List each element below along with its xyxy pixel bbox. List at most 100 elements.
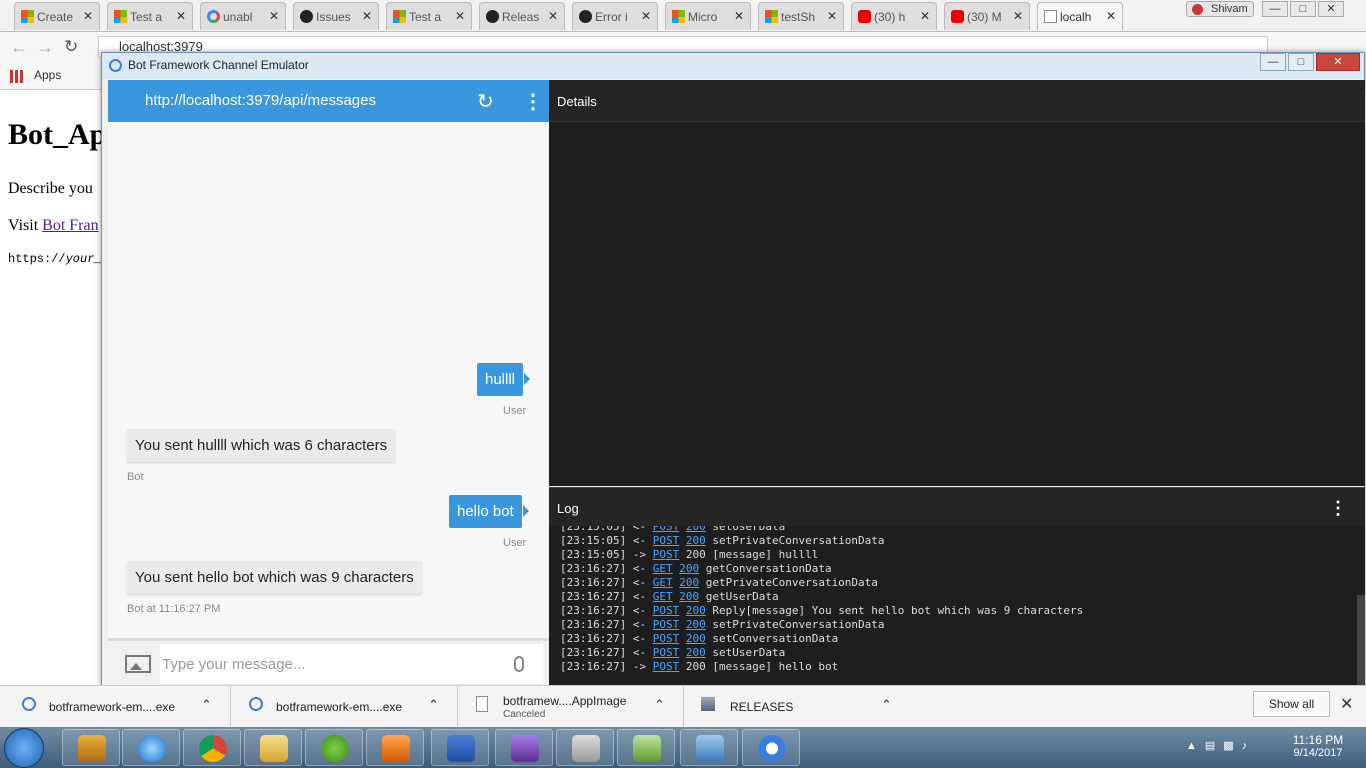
log-title: Log: [557, 501, 579, 516]
microphone-button[interactable]: [494, 644, 543, 684]
tab-close-icon[interactable]: ✕: [641, 9, 651, 23]
log-text: [message] hello bot: [712, 660, 839, 673]
log-status-link[interactable]: 200: [686, 534, 706, 547]
tab-close-icon[interactable]: ✕: [455, 9, 465, 23]
emulator-minimize-button[interactable]: —: [1260, 53, 1286, 71]
tab-close-icon[interactable]: ✕: [548, 9, 558, 23]
system-tray[interactable]: ▲▤▩♪: [1186, 739, 1255, 752]
log-method-link[interactable]: POST: [653, 604, 680, 617]
download-item[interactable]: botframew....AppImage Canceled ⌃: [458, 686, 684, 728]
log-method-link[interactable]: POST: [653, 526, 680, 533]
log-scrollbar[interactable]: [1357, 595, 1365, 687]
log-method-link[interactable]: GET: [653, 576, 673, 589]
taskbar-app-tools[interactable]: [556, 729, 614, 766]
tab-close-icon[interactable]: ✕: [827, 9, 837, 23]
taskbar-app-utorrent[interactable]: [305, 729, 363, 766]
user-message[interactable]: hello bot: [449, 495, 529, 528]
browser-tab[interactable]: Test a ✕: [386, 2, 472, 30]
tab-close-icon[interactable]: ✕: [83, 9, 93, 23]
log-status-link[interactable]: 200: [679, 562, 699, 575]
tab-close-icon[interactable]: ✕: [920, 9, 930, 23]
log-status-link[interactable]: 200: [679, 590, 699, 603]
taskbar-app-emulator[interactable]: [742, 729, 800, 766]
taskbar-app-media[interactable]: [366, 729, 424, 766]
log-method-link[interactable]: POST: [653, 618, 680, 631]
download-item[interactable]: botframework-em....exe ⌃: [0, 686, 231, 728]
tab-close-icon[interactable]: ✕: [734, 9, 744, 23]
emulator-maximize-button[interactable]: □: [1288, 53, 1314, 71]
log-status-link[interactable]: 200: [686, 646, 706, 659]
log-menu-icon[interactable]: ⋮: [1329, 498, 1347, 519]
taskbar-app-control-panel[interactable]: [680, 729, 738, 766]
emulator-close-button[interactable]: ✕: [1316, 53, 1360, 71]
browser-tab[interactable]: Micro ✕: [665, 2, 751, 30]
browser-tab[interactable]: (30) h ✕: [851, 2, 937, 30]
youtube-icon: [858, 10, 871, 23]
taskbar-app-editor[interactable]: [62, 729, 120, 766]
browser-tab[interactable]: Create ✕: [14, 2, 100, 30]
log-method-link[interactable]: POST: [653, 534, 680, 547]
log-status-link[interactable]: 200: [686, 618, 706, 631]
tab-close-icon[interactable]: ✕: [176, 9, 186, 23]
page-title: Bot_Ap: [8, 118, 107, 151]
browser-maximize-button[interactable]: □: [1290, 1, 1316, 17]
emulator-icon: [758, 735, 786, 762]
taskbar-app-chrome[interactable]: [183, 729, 241, 766]
image-upload-icon[interactable]: [125, 655, 151, 673]
refresh-icon[interactable]: ↻: [477, 89, 494, 114]
browser-tab[interactable]: testSh ✕: [758, 2, 844, 30]
reload-icon[interactable]: ↻: [64, 37, 78, 57]
download-item[interactable]: botframework-em....exe ⌃: [231, 686, 458, 728]
forward-icon[interactable]: →: [36, 37, 54, 58]
taskbar-app-ie[interactable]: [122, 729, 180, 766]
log-line: [23:15:05] <- POST 200 setUserData: [560, 526, 1083, 534]
log-method-link[interactable]: POST: [653, 632, 680, 645]
close-icon[interactable]: ✕: [1340, 694, 1353, 714]
taskbar-app-visualstudio[interactable]: [495, 729, 553, 766]
taskbar-app-word[interactable]: [431, 729, 489, 766]
log-status-link[interactable]: 200: [686, 604, 706, 617]
chevron-up-icon[interactable]: ⌃: [654, 697, 665, 713]
chevron-up-icon[interactable]: ⌃: [428, 697, 439, 713]
taskbar-app-notepad[interactable]: [617, 729, 675, 766]
taskbar-clock[interactable]: 11:16 PM 9/14/2017: [1283, 733, 1353, 759]
log-status-link[interactable]: 200: [686, 632, 706, 645]
browser-tab[interactable]: (30) M ✕: [944, 2, 1030, 30]
apps-shortcut[interactable]: Apps: [10, 68, 61, 83]
tab-close-icon[interactable]: ✕: [362, 9, 372, 23]
log-status-link[interactable]: 200: [679, 576, 699, 589]
browser-tab[interactable]: Error i ✕: [572, 2, 658, 30]
browser-minimize-button[interactable]: —: [1262, 1, 1288, 17]
start-button[interactable]: [4, 728, 44, 768]
log-method-link[interactable]: POST: [653, 646, 680, 659]
log-status-link[interactable]: 200: [686, 526, 706, 533]
user-message[interactable]: hullll: [477, 363, 531, 396]
bot-message[interactable]: You sent hullll which was 6 characters: [127, 429, 396, 462]
bot-message[interactable]: You sent hello bot which was 9 character…: [127, 561, 422, 594]
tab-close-icon[interactable]: ✕: [269, 9, 279, 23]
browser-close-button[interactable]: ✕: [1318, 1, 1344, 17]
tab-close-icon[interactable]: ✕: [1013, 9, 1023, 23]
chevron-up-icon[interactable]: ⌃: [201, 697, 212, 713]
browser-tab[interactable]: Issues ✕: [293, 2, 379, 30]
browser-tab[interactable]: localh ✕: [1037, 2, 1123, 30]
browser-tab[interactable]: unabl ✕: [200, 2, 286, 30]
log-time: [23:15:05]: [560, 526, 627, 533]
log-method-link[interactable]: GET: [653, 590, 673, 603]
message-input[interactable]: [160, 644, 494, 684]
profile-badge[interactable]: Shivam: [1186, 1, 1254, 17]
log-method-link[interactable]: POST: [653, 660, 680, 673]
back-icon[interactable]: ←: [10, 37, 28, 58]
log-method-link[interactable]: POST: [653, 548, 680, 561]
browser-tab[interactable]: Test a ✕: [107, 2, 193, 30]
download-item[interactable]: RELEASES ⌃: [684, 686, 910, 728]
show-all-button[interactable]: Show all: [1253, 691, 1330, 717]
browser-tab[interactable]: Releas ✕: [479, 2, 565, 30]
chevron-up-icon[interactable]: ⌃: [881, 697, 892, 713]
endpoint-url[interactable]: http://localhost:3979/api/messages: [145, 92, 376, 109]
bot-framework-link[interactable]: Bot Fran: [42, 217, 98, 234]
taskbar-app-explorer[interactable]: [244, 729, 302, 766]
chat-menu-icon[interactable]: ⋮: [523, 89, 543, 114]
log-method-link[interactable]: GET: [653, 562, 673, 575]
tab-close-icon[interactable]: ✕: [1106, 9, 1116, 23]
